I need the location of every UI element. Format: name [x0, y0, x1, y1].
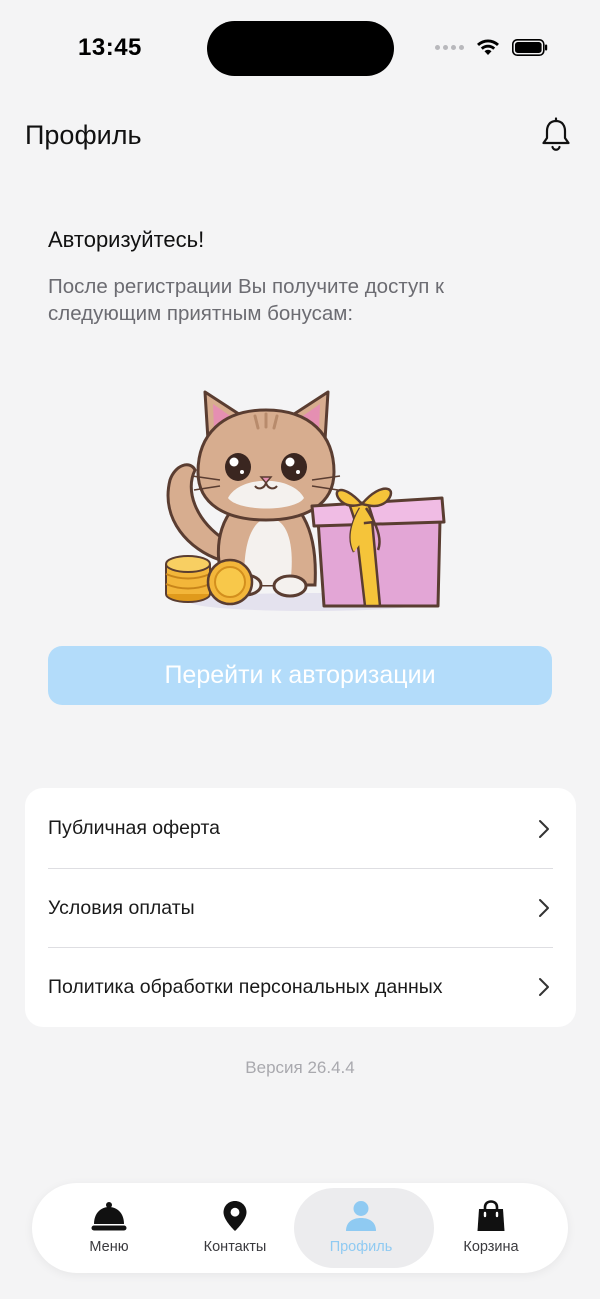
shopping-bag-icon — [477, 1200, 505, 1231]
cellular-signal-icon — [435, 44, 464, 50]
dynamic-island — [207, 21, 394, 76]
tab-label: Профиль — [329, 1239, 393, 1255]
link-label: Публичная оферта — [48, 817, 221, 839]
notifications-button[interactable] — [536, 114, 576, 156]
tab-label: Корзина — [463, 1239, 519, 1255]
tab-cart[interactable]: Корзина — [424, 1183, 558, 1273]
tab-label: Контакты — [203, 1239, 267, 1255]
map-pin-icon — [223, 1201, 247, 1231]
auth-description: После регистрации Вы получите доступ к с… — [48, 275, 444, 325]
link-label: Политика обработки персональных данных — [48, 975, 443, 998]
bell-icon — [542, 117, 570, 151]
tab-contacts[interactable]: Контакты — [168, 1183, 302, 1273]
chevron-right-icon — [539, 978, 549, 996]
legal-links-card: Публичная оферта Условия оплаты Политика… — [25, 788, 576, 1027]
tab-bar: Меню Контакты Профиль Корзина — [32, 1183, 568, 1273]
tab-profile[interactable]: Профиль — [294, 1183, 434, 1273]
chevron-right-icon — [539, 819, 549, 838]
page-title: Профиль — [25, 120, 142, 150]
status-bar: 13:45 — [0, 0, 600, 96]
status-time: 13:45 — [78, 34, 142, 61]
chevron-right-icon — [539, 899, 549, 917]
payment-terms-link[interactable]: Условия оплаты — [48, 868, 553, 947]
cloche-icon — [91, 1202, 127, 1231]
tab-menu[interactable]: Меню — [42, 1183, 176, 1273]
status-icons — [435, 38, 548, 56]
profile-screen: 13:45 Профиль Авторизуйтесь! После регис… — [0, 0, 600, 1299]
person-icon — [345, 1201, 376, 1231]
link-label: Условия оплаты — [48, 896, 195, 919]
auth-title: Авторизуйтесь! — [48, 227, 205, 252]
battery-icon — [512, 38, 548, 56]
wifi-icon — [477, 39, 499, 55]
go-to-authorization-button[interactable]: Перейти к авторизации — [48, 646, 552, 705]
public-offer-link[interactable]: Публичная оферта — [48, 789, 553, 868]
app-version: Версия 26.4.4 — [245, 1058, 355, 1077]
tab-label: Меню — [89, 1239, 129, 1255]
privacy-policy-link[interactable]: Политика обработки персональных данных — [48, 947, 553, 1026]
cat-with-gift-illustration — [165, 390, 446, 611]
header: Профиль — [0, 110, 600, 160]
